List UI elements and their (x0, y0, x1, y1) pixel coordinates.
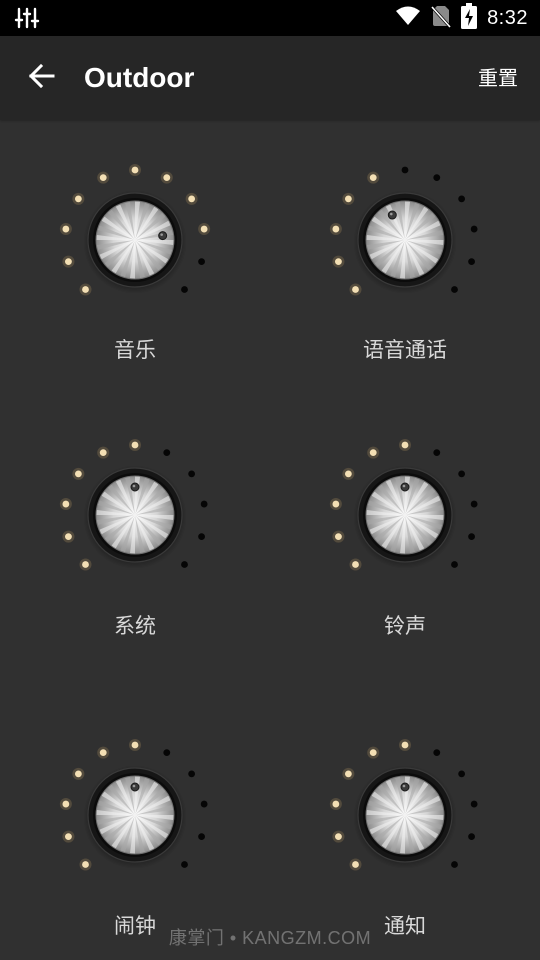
level-dot-active (352, 286, 359, 293)
knob-label-voice-call: 语音通话 (363, 338, 447, 362)
level-dot-active (335, 258, 342, 266)
knob-notification[interactable] (305, 715, 505, 915)
level-dot-active (335, 533, 342, 541)
level-dot-active (335, 833, 342, 841)
knob-indicator (400, 482, 410, 492)
level-dot-active (82, 286, 89, 293)
level-dot-active (332, 225, 340, 233)
level-dot-inactive (433, 174, 441, 182)
knob-indicator (130, 782, 140, 792)
level-dot-active (401, 741, 409, 749)
level-dot-active (82, 861, 89, 868)
level-dot-inactive (433, 449, 441, 457)
level-dot-active (131, 441, 139, 449)
equalizer-icon (14, 6, 40, 30)
level-dot-active (65, 258, 72, 266)
knob-indicator (158, 231, 168, 241)
level-dot-inactive (198, 533, 205, 541)
wifi-icon (395, 5, 421, 31)
level-dot-inactive (458, 470, 466, 478)
level-dot-active (131, 166, 139, 174)
knob-system[interactable] (35, 415, 235, 615)
level-dot-active (332, 800, 340, 808)
level-dot-active (99, 749, 107, 757)
level-dot-inactive (451, 861, 458, 868)
level-dot-active (200, 225, 208, 233)
level-dot-inactive (470, 500, 478, 508)
level-dot-active (65, 833, 72, 841)
level-dot-active (344, 770, 352, 778)
level-dot-active (62, 800, 70, 808)
knob-label-system: 系统 (114, 614, 156, 638)
level-dot-active (74, 470, 82, 478)
page-title: Outdoor (84, 62, 195, 93)
level-dot-active (332, 500, 340, 508)
level-dot-inactive (163, 749, 171, 757)
battery-charging-icon (461, 3, 478, 33)
level-dot-active (99, 449, 107, 457)
level-dot-active (62, 500, 70, 508)
level-dot-active (344, 195, 352, 203)
level-dot-inactive (181, 286, 188, 293)
level-dot-inactive (163, 449, 171, 457)
arrow-back-icon (28, 62, 56, 94)
level-dot-inactive (458, 770, 466, 778)
level-dot-inactive (458, 195, 466, 203)
level-dot-inactive (468, 833, 475, 841)
level-dot-active (163, 174, 171, 182)
level-dot-inactive (468, 533, 475, 541)
level-dot-inactive (451, 561, 458, 568)
level-dot-inactive (433, 749, 441, 757)
level-dot-inactive (468, 258, 475, 266)
knob-indicator (400, 782, 410, 792)
level-dot-active (74, 195, 82, 203)
knob-ringtone[interactable] (305, 415, 505, 615)
watermark: 康掌门 • KANGZM.COM (168, 928, 372, 948)
level-dot-active (62, 225, 70, 233)
knob-voice-call[interactable] (305, 140, 505, 340)
status-bar: 8:32 (0, 0, 540, 36)
status-time: 8:32 (487, 6, 528, 29)
level-dot-active (99, 174, 107, 182)
level-dot-inactive (401, 166, 409, 174)
level-dot-active (352, 561, 359, 568)
level-dot-active (188, 195, 196, 203)
level-dot-active (369, 174, 377, 182)
level-dot-inactive (198, 833, 205, 841)
knob-indicator (130, 482, 140, 492)
level-dot-active (401, 441, 409, 449)
level-dot-inactive (181, 561, 188, 568)
level-dot-active (344, 470, 352, 478)
knob-label-music: 音乐 (114, 338, 156, 362)
level-dot-active (369, 749, 377, 757)
knob-indicator (387, 210, 397, 220)
level-dot-inactive (188, 470, 196, 478)
reset-button[interactable]: 重置 (478, 36, 518, 120)
level-dot-inactive (451, 286, 458, 293)
knob-alarm[interactable] (35, 715, 235, 915)
knob-label-ringtone: 铃声 (384, 614, 426, 638)
level-dot-active (74, 770, 82, 778)
level-dot-active (352, 861, 359, 868)
level-dot-active (82, 561, 89, 568)
level-dot-inactive (470, 800, 478, 808)
level-dot-active (369, 449, 377, 457)
app-bar: Outdoor 重置 (0, 36, 540, 120)
level-dot-active (131, 741, 139, 749)
level-dot-inactive (200, 500, 208, 508)
level-dot-inactive (198, 258, 205, 266)
level-dot-inactive (200, 800, 208, 808)
level-dot-inactive (188, 770, 196, 778)
knob-music[interactable] (35, 140, 235, 340)
level-dot-inactive (181, 861, 188, 868)
level-dot-active (65, 533, 72, 541)
no-sim-icon (430, 4, 452, 32)
back-button[interactable] (22, 58, 62, 98)
level-dot-inactive (470, 225, 478, 233)
